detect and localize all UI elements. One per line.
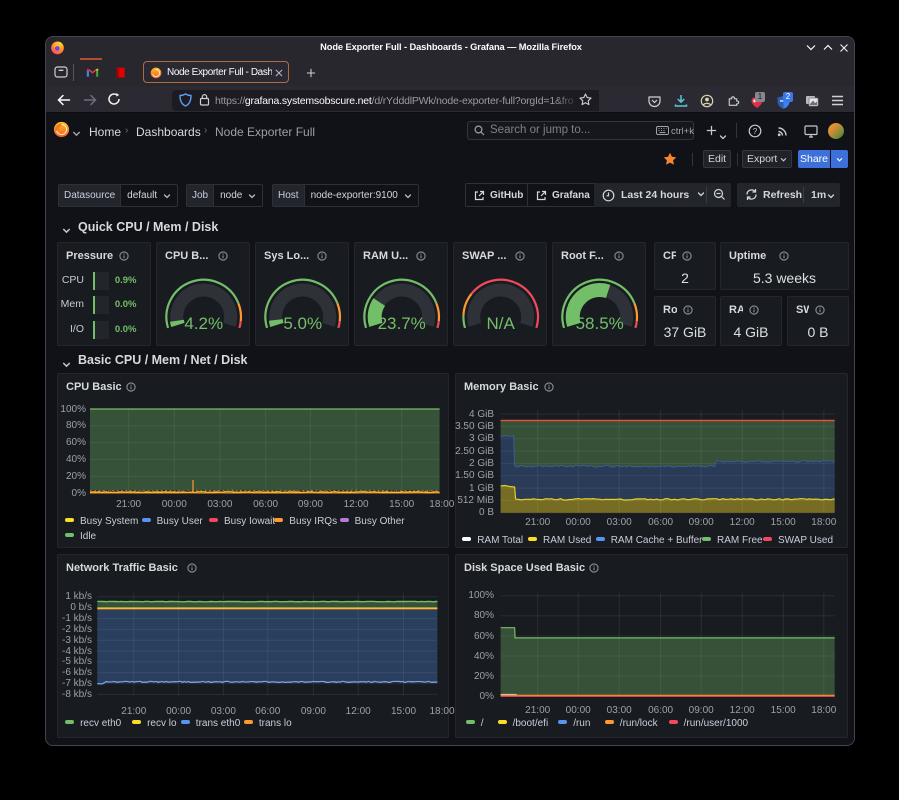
svg-text:?: ? (753, 127, 758, 136)
svg-text:N/A: N/A (487, 314, 516, 333)
svg-text:5.0%: 5.0% (283, 314, 322, 333)
svg-text:58.5%: 58.5% (576, 314, 624, 333)
svg-text:4.2%: 4.2% (184, 314, 223, 333)
svg-text:23.7%: 23.7% (378, 314, 426, 333)
